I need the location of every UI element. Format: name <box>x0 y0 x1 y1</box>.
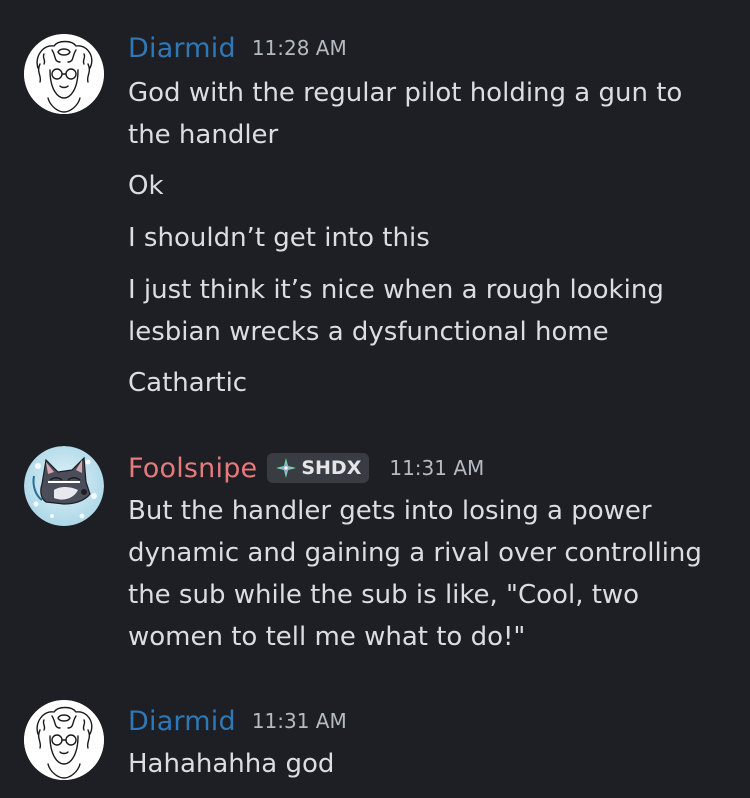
sketch-portrait-icon <box>24 700 104 780</box>
timestamp[interactable]: 11:31 AM <box>389 456 484 480</box>
message-text: I just think it’s nice when a rough look… <box>128 275 664 347</box>
timestamp[interactable]: 11:31 AM <box>252 709 347 733</box>
message-text: But the handler gets into losing a power… <box>128 496 702 652</box>
username[interactable]: Diarmid <box>128 33 236 64</box>
message-text: Hahahahha god <box>128 749 335 779</box>
message-text: Cathartic <box>128 368 248 398</box>
timestamp[interactable]: 11:28 AM <box>252 36 347 60</box>
message-text: God with the regular pilot holding a gun… <box>128 78 683 150</box>
avatar[interactable] <box>24 700 104 780</box>
sparkle-icon <box>276 458 297 478</box>
username[interactable]: Foolsnipe <box>128 453 257 484</box>
guild-tag[interactable]: SHDX <box>267 453 370 483</box>
message-text: I shouldn’t get into this <box>128 223 430 253</box>
username[interactable]: Diarmid <box>128 706 236 737</box>
message-text: Ok <box>128 171 164 201</box>
message-header: Foolsnipe SHDX 11:31 AM <box>128 450 484 486</box>
avatar[interactable] <box>24 446 104 526</box>
sketch-portrait-icon <box>24 34 104 114</box>
avatar[interactable] <box>24 34 104 114</box>
message-header: Diarmid 11:28 AM <box>128 30 347 66</box>
guild-tag-label: SHDX <box>301 457 362 479</box>
wolf-portrait-icon <box>24 446 104 526</box>
message-header: Diarmid 11:31 AM <box>128 703 347 739</box>
